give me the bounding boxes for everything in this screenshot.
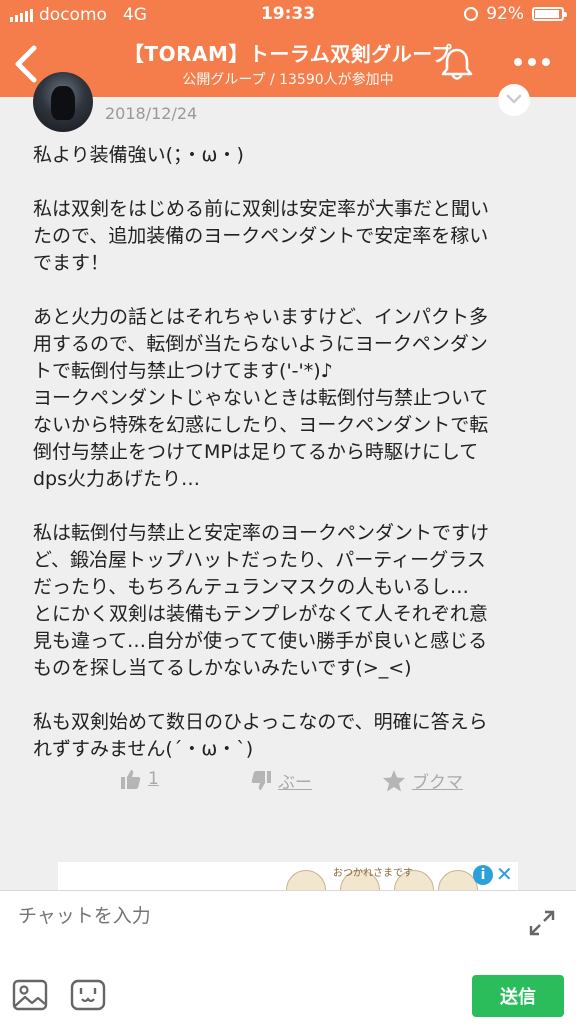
- ad-sticker-image: [286, 870, 326, 892]
- reaction-bar: 1 ぶー ブクマ: [0, 768, 576, 798]
- message-line: 私も双剣始めて数日のひよっこなので、明確に答えら: [33, 711, 488, 733]
- message-line: 見も違って…自分が使ってて使い勝手が良いと感じる: [33, 630, 488, 652]
- message-date: 2018/12/24: [105, 104, 198, 123]
- thumbs-up-icon: [121, 770, 141, 789]
- expand-button[interactable]: [528, 909, 556, 937]
- message-line: ものを探し当てるしかないみたいです(>_<): [33, 657, 412, 679]
- bookmark-button[interactable]: ブクマ: [382, 768, 463, 793]
- message-line: ないから特殊を幻惑にしたり、ヨークペンダントで転: [33, 414, 489, 436]
- image-attach-button[interactable]: [12, 979, 48, 1011]
- message-line: あと火力の話とはそれちゃいますけど、インパクト多: [33, 306, 489, 328]
- bell-icon: [441, 48, 473, 80]
- like-count: 1: [148, 769, 159, 789]
- image-icon: [12, 979, 48, 1011]
- message-line: 私より装備強い(；・ω・): [33, 144, 244, 166]
- message-body: 私より装備強い(；・ω・) 私は双剣をはじめる前に双剣は安定率が大事だと聞い たので…: [33, 142, 553, 790]
- bookmark-label: ブクマ: [412, 773, 463, 793]
- rotation-lock-icon: [464, 7, 479, 21]
- message-line: ヨークペンダントじゃないときは転倒付与禁止ついて: [33, 387, 489, 409]
- ad-close-icon[interactable]: ✕: [496, 862, 513, 886]
- message-line: 倒付与禁止をつけてMPは足りてるから時駆けにして: [33, 441, 479, 463]
- dislike-label: ぶー: [278, 773, 312, 793]
- chat-input-bar: 送信: [0, 890, 576, 1025]
- ad-banner[interactable]: おつかれさまです i ✕: [58, 862, 518, 892]
- send-button[interactable]: 送信: [472, 975, 564, 1017]
- star-icon: [383, 769, 405, 791]
- dislike-button[interactable]: ぶー: [250, 768, 312, 793]
- more-button[interactable]: [514, 58, 554, 70]
- message-paragraph: 私は転倒付与禁止と安定率のヨークペンダントですけ ど、鍛冶屋トップハットだったり、…: [33, 520, 553, 682]
- chat-input[interactable]: [18, 905, 498, 927]
- message-paragraph: 私も双剣始めて数日のひよっこなので、明確に答えら れずすみません(´・ω・`): [33, 709, 553, 763]
- message-paragraph: 私は双剣をはじめる前に双剣は安定率が大事だと聞い たので、追加装備のヨークペンダン…: [33, 196, 553, 277]
- message-paragraph: 私より装備強い(；・ω・): [33, 142, 553, 169]
- message-line: 用するので、転倒が当たらないようにヨークペンダン: [33, 333, 488, 355]
- ad-info-icon[interactable]: i: [473, 865, 493, 885]
- chevron-left-icon: [15, 45, 37, 83]
- avatar[interactable]: [33, 72, 93, 132]
- message-line: れずすみません(´・ω・`): [33, 738, 254, 760]
- message-line: ど、鍛冶屋トップハットだったり、パーティーグラス: [33, 549, 486, 571]
- expand-icon: [529, 910, 555, 936]
- message-line: 私は双剣をはじめる前に双剣は安定率が大事だと聞い: [33, 198, 490, 220]
- message-line: 私は転倒付与禁止と安定率のヨークペンダントですけ: [33, 522, 490, 544]
- ad-sticker-image: [438, 870, 478, 892]
- like-button[interactable]: 1: [120, 768, 159, 790]
- message-line: トで転倒付与禁止つけてます('-'*)♪: [33, 360, 333, 382]
- smiley-icon: [70, 979, 106, 1011]
- message-line: でます！: [33, 252, 110, 274]
- battery-icon: [532, 7, 567, 21]
- notification-button[interactable]: [438, 44, 476, 82]
- message-line: だったり、もちろんテュランマスクの人もいるし…: [33, 576, 469, 598]
- message-line: dps火力あげたり…: [33, 468, 201, 490]
- more-dots-icon: [514, 58, 522, 66]
- message-line: とにかく双剣は装備もテンプレがなくて人それぞれ意: [33, 603, 488, 625]
- thumbs-down-icon: [251, 770, 271, 790]
- ad-text: おつかれさまです: [333, 868, 413, 879]
- back-button[interactable]: [10, 44, 44, 84]
- message-line: たので、追加装備のヨークペンダントで安定率を稼い: [33, 225, 489, 247]
- message-paragraph: あと火力の話とはそれちゃいますけど、インパクト多 用するので、転倒が当たらないよう…: [33, 304, 553, 493]
- message-menu-button[interactable]: [498, 84, 530, 116]
- chevron-down-icon: [506, 94, 522, 104]
- battery-percent: 92%: [486, 4, 524, 24]
- sticker-button[interactable]: [70, 979, 106, 1011]
- status-bar: docomo 4G 19:33 92%: [0, 0, 576, 30]
